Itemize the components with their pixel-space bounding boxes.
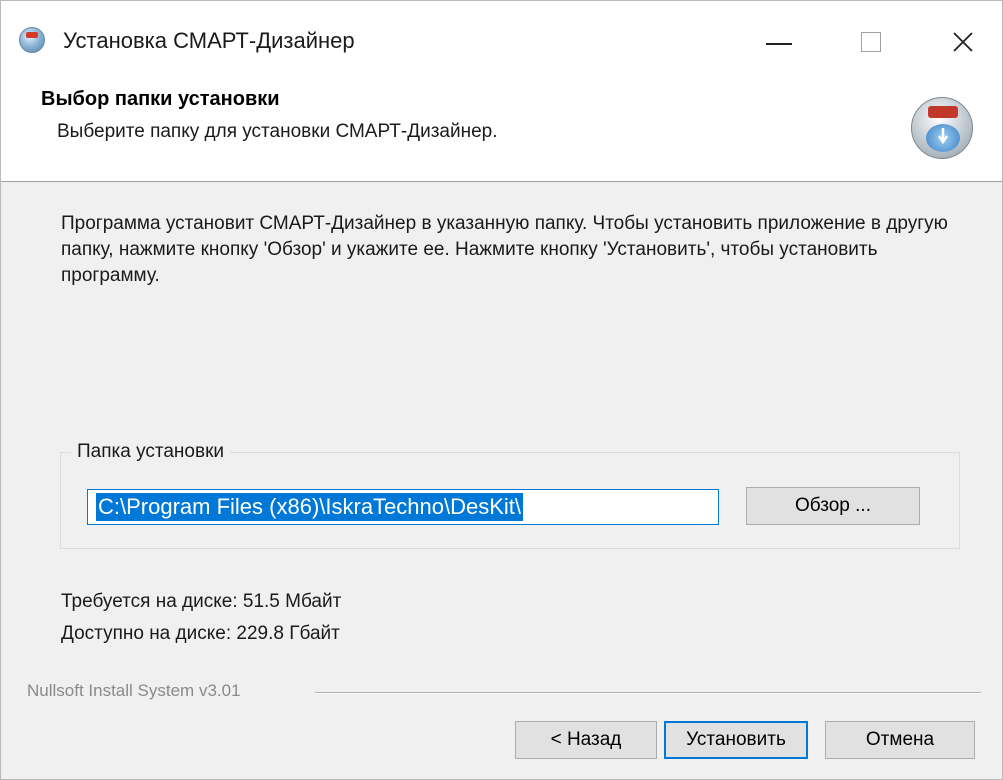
title-bar: Установка СМАРТ-Дизайнер: [1, 1, 1002, 83]
install-folder-label: Папка установки: [71, 441, 231, 463]
page-header: Выбор папки установки Выберите папку для…: [1, 83, 1002, 182]
space-available-text: Доступно на диске: 229.8 Гбайт: [61, 623, 340, 644]
install-path-input[interactable]: C:\Program Files (x86)\IskraTechno\DesKi…: [87, 489, 719, 525]
close-button[interactable]: [917, 1, 1003, 83]
cancel-button[interactable]: Отмена: [825, 721, 975, 759]
close-icon: [953, 32, 973, 52]
minimize-button[interactable]: [733, 1, 825, 83]
space-required-text: Требуется на диске: 51.5 Мбайт: [61, 591, 342, 612]
install-button[interactable]: Установить: [664, 721, 808, 759]
maximize-button[interactable]: [825, 1, 917, 83]
installer-window: Установка СМАРТ-Дизайнер Выбор папки уст…: [0, 0, 1003, 780]
installer-globe-icon: [19, 27, 45, 53]
window-title: Установка СМАРТ-Дизайнер: [63, 28, 355, 53]
page-title: Выбор папки установки: [41, 88, 280, 110]
browse-button[interactable]: Обзор ...: [746, 487, 920, 525]
page-subtitle: Выберите папку для установки СМАРТ-Дизай…: [57, 121, 498, 142]
minimize-icon: [766, 43, 792, 45]
nsis-installer-icon: [911, 97, 973, 159]
maximize-icon: [861, 32, 881, 52]
description-text: Программа установит СМАРТ-Дизайнер в ука…: [61, 213, 948, 286]
back-button[interactable]: < Назад: [515, 721, 657, 759]
install-path-value: C:\Program Files (x86)\IskraTechno\DesKi…: [96, 493, 524, 521]
nsis-branding: Nullsoft Install System v3.01: [27, 681, 241, 700]
footer-divider: [315, 692, 981, 694]
